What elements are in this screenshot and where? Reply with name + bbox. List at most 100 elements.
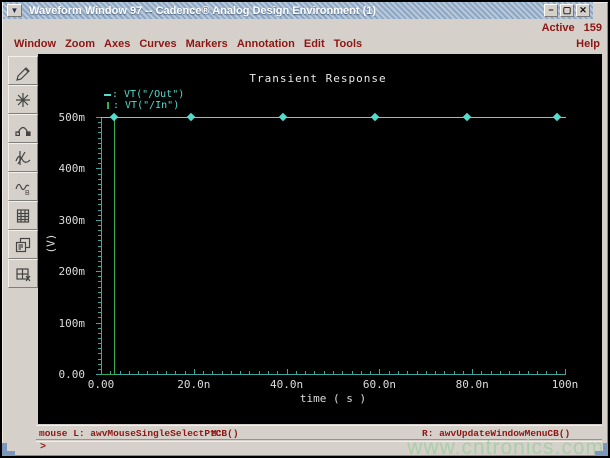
trace-marker [186,112,196,122]
menu-item-markers[interactable]: Markers [186,38,228,50]
y-minor-tick [98,353,101,355]
y-major-tick [96,271,101,273]
x-minor-tick [203,371,205,374]
menu-item-help[interactable]: Help [576,38,600,50]
x-minor-tick [425,371,427,374]
y-tick-label: 400m [58,162,86,176]
pen-tool-button[interactable] [8,56,38,85]
wave-b-button[interactable]: B [8,172,38,201]
x-minor-tick [518,371,520,374]
x-minor-tick [490,371,492,374]
y-minor-tick [98,122,101,124]
calculator-button[interactable] [8,201,38,230]
menu-item-curves[interactable]: Curves [139,38,176,50]
x-minor-tick [462,371,464,374]
window-menu-button[interactable]: ▼ [7,4,22,17]
x-minor-tick [305,371,307,374]
x-minor-tick [351,371,353,374]
pen-tool-icon [16,66,30,81]
x-minor-tick [342,371,344,374]
y-minor-tick [98,296,101,298]
mouse-middle-binding: M: [211,428,223,439]
waveform-plot-area[interactable]: Transient Response : VT("/Out"): VT("/In… [38,54,602,424]
x-minor-tick [138,371,140,374]
y-minor-tick [98,348,101,350]
x-tick-label: 40.0n [270,378,304,391]
y-minor-tick [98,332,101,334]
window-menu-icon: ▼ [10,6,19,15]
x-minor-tick [360,371,362,374]
arc-probe-button[interactable] [8,114,38,143]
x-minor-tick [240,371,242,374]
x-minor-tick [555,371,557,374]
split-window-icon [16,267,31,281]
y-minor-tick [98,276,101,278]
split-window-button[interactable] [8,259,38,288]
trace-segment [101,117,566,118]
y-minor-tick [98,358,101,360]
y-minor-tick [98,327,101,329]
x-minor-tick [323,371,325,374]
x-minor-tick [156,371,158,374]
y-major-tick [96,322,101,324]
menu-item-edit[interactable]: Edit [304,38,325,50]
x-tick-label: 20.0n [177,378,211,391]
x-minor-tick [165,371,167,374]
x-tick-label: 0.00 [87,378,115,391]
x-minor-tick [500,371,502,374]
titlebar[interactable]: ▼ Waveform Window 97 -- Cadence® Analog … [3,2,593,19]
marker-cursor-button[interactable] [8,143,38,172]
y-minor-tick [98,250,101,252]
window-title: Waveform Window 97 -- Cadence® Analog De… [29,4,377,17]
y-minor-tick [98,266,101,268]
x-minor-tick [435,371,437,374]
menubar: Window Zoom Axes Curves Markers Annotation Edi… [6,35,602,53]
close-button[interactable]: ✕ [576,4,590,17]
x-minor-tick [184,371,186,374]
mouse-left-binding: mouse L: awvMouseSingleSelectPtCB() [39,428,239,439]
y-minor-tick [98,245,101,247]
y-minor-tick [98,240,101,242]
y-major-tick [96,168,101,170]
resize-corner-bottom-left-h[interactable] [2,451,15,456]
x-axis-line [101,374,566,375]
minimize-button[interactable]: − [544,4,558,17]
maximize-button[interactable]: ▢ [560,4,574,17]
y-minor-tick [98,204,101,206]
x-minor-tick [249,371,251,374]
y-minor-tick [98,158,101,160]
y-tick-label: 0.00 [58,368,86,381]
y-minor-tick [98,260,101,262]
y-minor-tick [98,368,101,370]
resize-corner-bottom-right-h[interactable] [595,451,608,456]
x-minor-tick [314,371,316,374]
menu-item-zoom[interactable]: Zoom [65,38,95,50]
trace-marker [462,112,472,122]
x-minor-tick [370,371,372,374]
y-minor-tick [98,317,101,319]
y-minor-tick [98,163,101,165]
trace-marker [552,112,562,122]
x-minor-tick [388,371,390,374]
y-minor-tick [98,286,101,288]
menu-item-axes[interactable]: Axes [104,38,130,50]
x-minor-tick [175,371,177,374]
zoom-star-button[interactable] [8,85,38,114]
x-minor-tick [212,371,214,374]
x-major-tick [379,369,381,374]
x-minor-tick [333,371,334,374]
y-minor-tick [98,137,101,139]
copy-window-button[interactable] [8,230,38,259]
menu-item-window[interactable]: Window [14,38,56,50]
x-minor-tick [221,371,223,374]
y-minor-tick [98,302,101,304]
trace-segment [114,117,116,375]
menu-item-annotation[interactable]: Annotation [237,38,295,50]
copy-window-icon [15,237,31,252]
x-tick-label: 60.0n [362,378,396,391]
trace-segment [101,374,116,375]
menu-item-tools[interactable]: Tools [334,38,363,50]
y-minor-tick [98,209,101,211]
y-tick-label: 200m [58,265,86,279]
x-minor-tick [230,371,232,374]
